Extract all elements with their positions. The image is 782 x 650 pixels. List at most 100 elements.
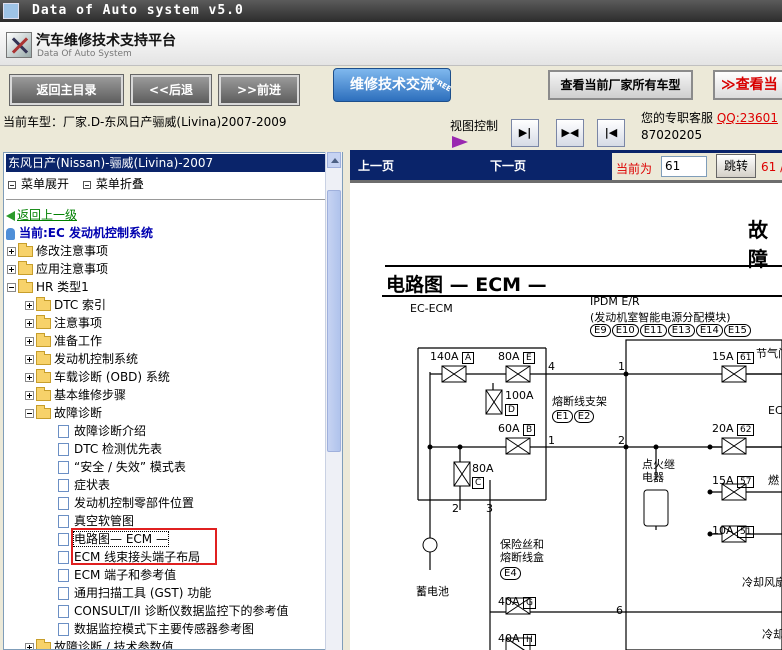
tree-doc-item[interactable]: DTC 检测优先表 — [58, 440, 162, 458]
tree-item[interactable]: HR 类型1 — [7, 278, 89, 296]
expand-icon — [25, 355, 34, 364]
ignition-relay-label: 点火继电器 — [642, 458, 675, 484]
battery-label: 蓄电池 — [416, 585, 449, 598]
fuse-40a-g: 40A G — [498, 595, 537, 609]
view-all-models-button[interactable]: 查看当前厂家所有车型 — [548, 70, 693, 100]
home-button[interactable]: 返回主目录 — [9, 74, 124, 106]
section-icon — [6, 227, 15, 240]
document-icon — [58, 623, 69, 636]
content-panel: 上一页 下一页 当前为 61 跳转 61 / 故障 电路图 — ECM — EC… — [350, 150, 782, 650]
document-icon — [58, 569, 69, 582]
qq-link[interactable]: QQ:23601 — [717, 111, 778, 125]
menu-scrollbar[interactable] — [325, 152, 342, 650]
tree-item[interactable]: 故障诊断 — [25, 404, 102, 422]
fuse-box-label: 保险丝和熔断线盒 — [500, 538, 544, 564]
folder-icon — [36, 639, 51, 649]
folder-icon — [36, 405, 51, 419]
tree-item[interactable]: 基本维修步骤 — [25, 386, 126, 404]
tree-doc-item[interactable]: “安全 / 失效” 模式表 — [58, 458, 186, 476]
customer-support: 您的专职客服 QQ:23601 87020205 — [641, 110, 782, 150]
split-view-icon[interactable]: ▶◀ — [556, 119, 584, 147]
tree-doc-item[interactable]: 发动机控制零部件位置 — [58, 494, 194, 512]
expand-right-icon[interactable]: ▶| — [511, 119, 539, 147]
back-button[interactable]: <<后退 — [130, 74, 212, 106]
fuse-100a: 100A D — [505, 389, 534, 416]
document-icon — [58, 425, 69, 438]
folder-icon — [18, 243, 33, 257]
fuel-label: 燃 — [768, 474, 779, 487]
forward-button[interactable]: >>前进 — [218, 74, 300, 106]
app-subtitle: Data Of Auto System — [37, 49, 132, 59]
title-bar: Data of Auto system v5.0 — [0, 0, 782, 22]
tree-item[interactable]: 故障诊断 / 技术参数值 — [25, 638, 174, 649]
folder-icon — [36, 315, 51, 329]
throttle-label: 节气门 — [756, 347, 782, 360]
tree-item[interactable]: 修改注意事项 — [7, 242, 108, 260]
view-current-button[interactable]: ≫查看当 — [713, 70, 782, 100]
wire-number: 2 — [618, 434, 625, 447]
ipdm-label: IPDM E/R — [590, 295, 640, 308]
tree-doc-item[interactable]: 通用扫描工具 (GST) 功能 — [58, 584, 211, 602]
ipdm-connectors: E9 E10 E11 E13 E14 E15 — [590, 323, 752, 337]
collapse-box-icon — [82, 180, 91, 189]
wire-number: 4 — [548, 360, 555, 373]
tree-item[interactable]: DTC 索引 — [25, 296, 106, 314]
document-icon — [58, 461, 69, 474]
menu-collapse-button[interactable]: 菜单折叠 — [82, 177, 144, 191]
document-icon — [58, 533, 69, 546]
menu-toggle-row: 菜单展开 菜单折叠 — [8, 175, 154, 192]
back-link[interactable]: 返回上一级 — [6, 206, 77, 224]
tree-item[interactable]: 应用注意事项 — [7, 260, 108, 278]
document-icon — [58, 551, 69, 564]
expand-left-icon[interactable]: |◀ — [597, 119, 625, 147]
tree-item[interactable]: 注意事项 — [25, 314, 102, 332]
folder-icon — [36, 369, 51, 383]
fuse-bracket-label: 熔断线支架 — [552, 395, 607, 408]
menu-expand-button[interactable]: 菜单展开 — [8, 177, 69, 191]
menu-panel: 东风日产(Nissan)-骊威(Livina)-2007 菜单展开 菜单折叠 返… — [3, 152, 343, 650]
tree-doc-item[interactable]: 数据监控模式下主要传感器参考图 — [58, 620, 254, 638]
view-control-label: 视图控制 — [450, 119, 499, 133]
folder-icon — [36, 351, 51, 365]
folder-icon — [18, 279, 33, 293]
back-arrow-icon — [6, 210, 15, 221]
tree-item[interactable]: 车载诊断 (OBD) 系统 — [25, 368, 170, 386]
fuse-20a-62: 20A 62 — [712, 422, 755, 436]
document-icon — [58, 605, 69, 618]
wire-number: 1 — [618, 360, 625, 373]
app-title: 汽车维修技术支持平台 — [36, 33, 176, 49]
expand-icon — [7, 247, 16, 256]
scroll-up-icon[interactable] — [327, 152, 341, 168]
fuse-80a-e: 80A E — [498, 350, 535, 364]
app-header: 汽车维修技术支持平台 Data Of Auto System — [0, 22, 782, 66]
wire-number: 1 — [548, 434, 555, 447]
divider — [6, 199, 326, 200]
folder-icon — [36, 333, 51, 347]
tree-doc-item[interactable]: CONSULT/II 诊断仪数据监控下的参考值 — [58, 602, 289, 620]
fuse-box-connector: E4 — [500, 566, 522, 580]
tree-item[interactable]: 发动机控制系统 — [25, 350, 138, 368]
cooling-label: 冷却 — [762, 628, 782, 641]
scroll-thumb[interactable] — [327, 190, 341, 452]
document-icon — [58, 443, 69, 456]
tech-exchange-button[interactable]: 维修技术交流 FREE — [333, 68, 453, 102]
tree-item[interactable]: 准备工作 — [25, 332, 102, 350]
support-label: 您的专职客服 — [641, 111, 714, 125]
view-control-arrow-icon — [452, 136, 468, 148]
document-icon — [58, 515, 69, 528]
tech-exchange-label: 维修技术交流 — [350, 77, 434, 93]
fuse-140a: 140A A — [430, 350, 475, 364]
collapse-icon — [7, 283, 16, 292]
current-model: 当前车型：厂家.D-东风日产骊威(Livina)2007-2009 — [3, 115, 287, 129]
document-icon — [58, 587, 69, 600]
folder-icon — [36, 387, 51, 401]
tree-doc-item[interactable]: 故障诊断介绍 — [58, 422, 146, 440]
free-badge: FREE — [431, 76, 453, 94]
document-icon — [58, 479, 69, 492]
app-icon — [3, 3, 19, 19]
tree-doc-item[interactable]: ECM 端子和参考值 — [58, 566, 176, 584]
fuse-80a-c: 80A C — [472, 462, 494, 489]
folder-icon — [36, 297, 51, 311]
tree-doc-item[interactable]: 症状表 — [58, 476, 110, 494]
expand-icon — [25, 373, 34, 382]
